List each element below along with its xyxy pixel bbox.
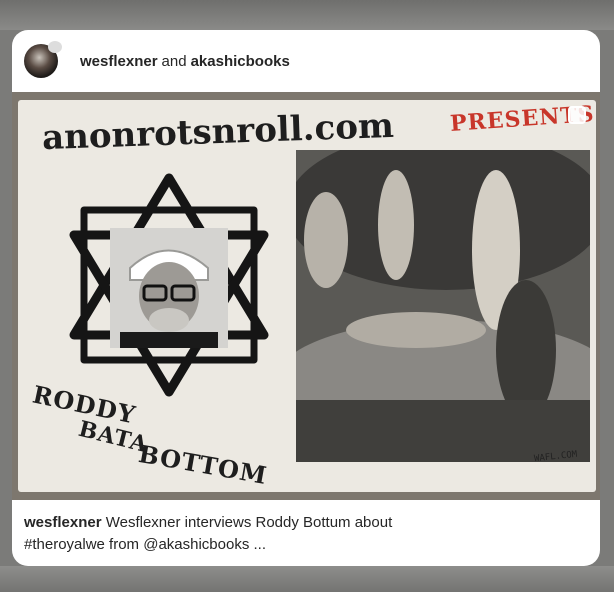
post-header: wesflexner and akashicbooks [12,30,600,92]
caption-text-line-1: Wesflexner interviews Roddy Bottum about [105,514,393,531]
portrait-photo [110,228,228,348]
post-authors: wesflexner and akashicbooks [80,53,290,70]
handwritten-name-line-3: BOTTOM [136,438,270,491]
caption-author-link[interactable]: wesflexner [24,514,102,531]
vintage-photo [296,150,590,462]
background-blur-top [0,0,614,30]
author-connector: and [161,52,187,70]
post-photo[interactable]: anonrotsnroll.com PRESENTS RODDY BATA BO… [12,92,600,500]
zine-paper: anonrotsnroll.com PRESENTS RODDY BATA BO… [18,100,596,492]
author-avatar[interactable] [24,41,62,78]
author-secondary-link[interactable]: akashicbooks [191,53,290,70]
background-blur-bottom [0,566,614,592]
author-primary-link[interactable]: wesflexner [80,53,158,70]
post-card: wesflexner and akashicbooks anonrotsnroll.… [12,30,600,566]
post-caption: wesflexner Wesflexner interviews Roddy B… [24,512,584,556]
caption-text-line-2[interactable]: #theroyalwe from @akashicbooks ... [24,536,266,553]
multiple-images-icon [568,106,586,124]
avatar-badge-icon [48,41,62,53]
